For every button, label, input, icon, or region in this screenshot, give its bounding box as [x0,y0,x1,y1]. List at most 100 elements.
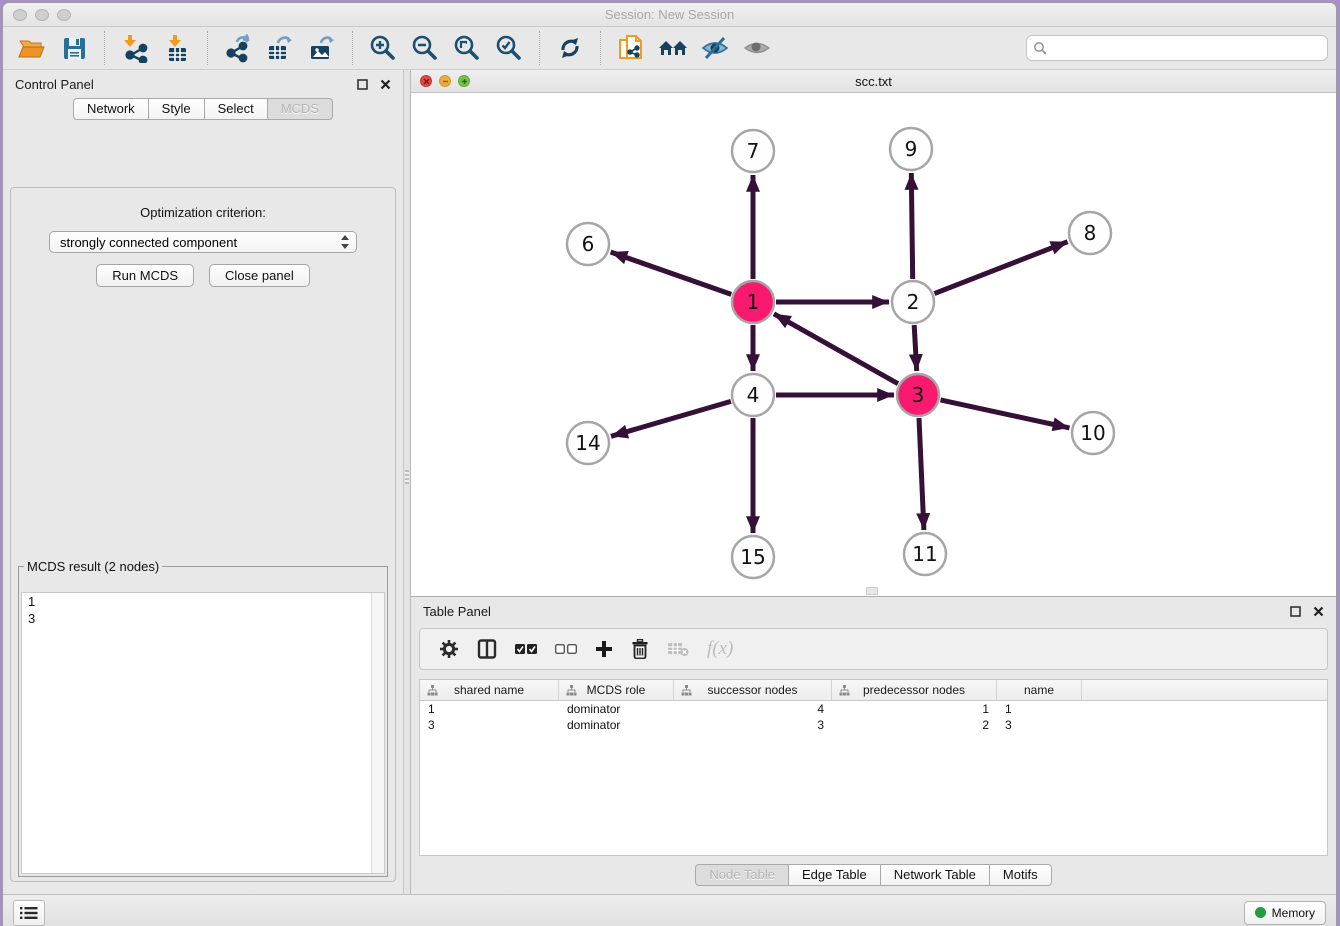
graph-node[interactable]: 11 [904,533,946,575]
task-history-button[interactable] [13,900,45,926]
search-input[interactable] [1051,40,1321,57]
show-all-button[interactable] [739,31,775,65]
zoom-selected-icon [494,33,524,63]
import-table-button[interactable] [159,31,195,65]
stepper-icon [340,234,350,250]
cell-predecessor-nodes: 2 [832,718,997,732]
deselect-all-columns-button[interactable] [555,643,577,655]
cell-name: 1 [997,702,1082,716]
graph-node[interactable]: 6 [567,223,609,265]
column-header-name[interactable]: name [997,680,1082,700]
hierarchy-icon [681,685,692,696]
graph-edge[interactable] [611,401,731,436]
function-builder-button[interactable]: f(x) [707,638,733,660]
column-header-mcds-role[interactable]: MCDS role [559,680,674,700]
export-table-button[interactable] [262,31,298,65]
result-scrollbar[interactable] [371,593,384,873]
graph-edge[interactable] [914,325,917,371]
run-mcds-button[interactable]: Run MCDS [96,264,194,287]
first-neighbors-button[interactable] [655,31,691,65]
close-panel-action-button[interactable]: Close panel [209,264,310,287]
graph-edge[interactable] [934,242,1067,294]
cell-name: 3 [997,718,1082,732]
zoom-out-button[interactable] [407,31,443,65]
graph-node[interactable]: 3 [897,374,939,416]
table-settings-button[interactable] [439,639,459,659]
import-network-button[interactable] [117,31,153,65]
show-columns-button[interactable] [477,639,497,659]
graph-edge[interactable] [911,173,912,279]
toolbar-separator [104,31,105,65]
list-icon [20,906,38,920]
cell-successor-nodes: 3 [674,718,832,732]
delete-column-button[interactable] [631,639,649,659]
memory-label: Memory [1272,906,1315,920]
svg-text:15: 15 [740,545,765,569]
tab-edge-table[interactable]: Edge Table [789,864,881,886]
graph-edge[interactable] [919,418,924,530]
close-panel-button[interactable] [377,76,393,92]
table-row[interactable]: 3 dominator 3 2 3 [420,717,1327,733]
add-column-button[interactable] [595,640,613,658]
tab-mcds[interactable]: MCDS [268,98,333,120]
canvas-grip-icon [866,587,878,595]
export-table-icon [265,33,295,63]
graph-edge[interactable] [941,400,1070,428]
memory-status-icon [1255,907,1266,918]
houses-icon [657,34,689,62]
clone-network-button[interactable] [613,31,649,65]
graph-edge[interactable] [774,314,898,384]
graph-node[interactable]: 2 [892,281,934,323]
graph-node[interactable]: 9 [890,128,932,170]
column-header-shared-name[interactable]: shared name [420,680,559,700]
column-header-successor-nodes[interactable]: successor nodes [674,680,832,700]
zoom-fit-button[interactable] [449,31,485,65]
main-toolbar [3,27,1336,70]
status-bar: Memory [3,894,1336,926]
zoom-selected-button[interactable] [491,31,527,65]
tab-style[interactable]: Style [149,98,205,120]
float-panel-button[interactable] [354,76,370,92]
graph-edge[interactable] [611,252,732,294]
network-canvas[interactable]: 1 2 3 4 6 7 8 9 10 11 14 15 [411,93,1336,596]
splitter-grip-icon [405,470,409,484]
open-session-button[interactable] [14,31,50,65]
memory-button[interactable]: Memory [1244,901,1326,925]
graph-node[interactable]: 15 [732,536,774,578]
graph-node[interactable]: 1 [732,281,774,323]
graph-node[interactable]: 10 [1072,412,1114,454]
hierarchy-icon [427,685,438,696]
float-table-panel-button[interactable] [1287,603,1303,619]
hide-selected-button[interactable] [697,31,733,65]
graph-node[interactable]: 4 [732,374,774,416]
hierarchy-icon [839,685,850,696]
control-panel-title: Control Panel [15,77,94,92]
table-header-row: shared name MCDS role successor nodes pr… [420,680,1327,701]
close-icon [1313,606,1324,617]
tab-network[interactable]: Network [73,98,149,120]
select-all-columns-button[interactable] [515,643,537,655]
tab-motifs[interactable]: Motifs [990,864,1052,886]
close-table-panel-button[interactable] [1310,603,1326,619]
graph-node[interactable]: 7 [732,130,774,172]
column-header-predecessor-nodes[interactable]: predecessor nodes [832,680,997,700]
save-session-button[interactable] [56,31,92,65]
hierarchy-icon [566,685,577,696]
toolbar-separator [207,31,208,65]
checked-boxes-icon [515,643,537,655]
graph-node[interactable]: 14 [567,422,609,464]
criterion-select[interactable]: strongly connected component [49,231,357,253]
export-network-button[interactable] [220,31,256,65]
delete-table-button[interactable] [667,641,689,657]
tab-select[interactable]: Select [205,98,268,120]
zoom-in-button[interactable] [365,31,401,65]
tab-network-table[interactable]: Network Table [881,864,990,886]
unchecked-boxes-icon [555,643,577,655]
refresh-layout-button[interactable] [552,31,588,65]
tab-node-table[interactable]: Node Table [695,864,789,886]
table-row[interactable]: 1 dominator 4 1 1 [420,701,1327,717]
graph-node[interactable]: 8 [1069,212,1111,254]
export-image-button[interactable] [304,31,340,65]
criterion-value: strongly connected component [60,235,340,250]
panel-splitter[interactable] [403,70,411,894]
